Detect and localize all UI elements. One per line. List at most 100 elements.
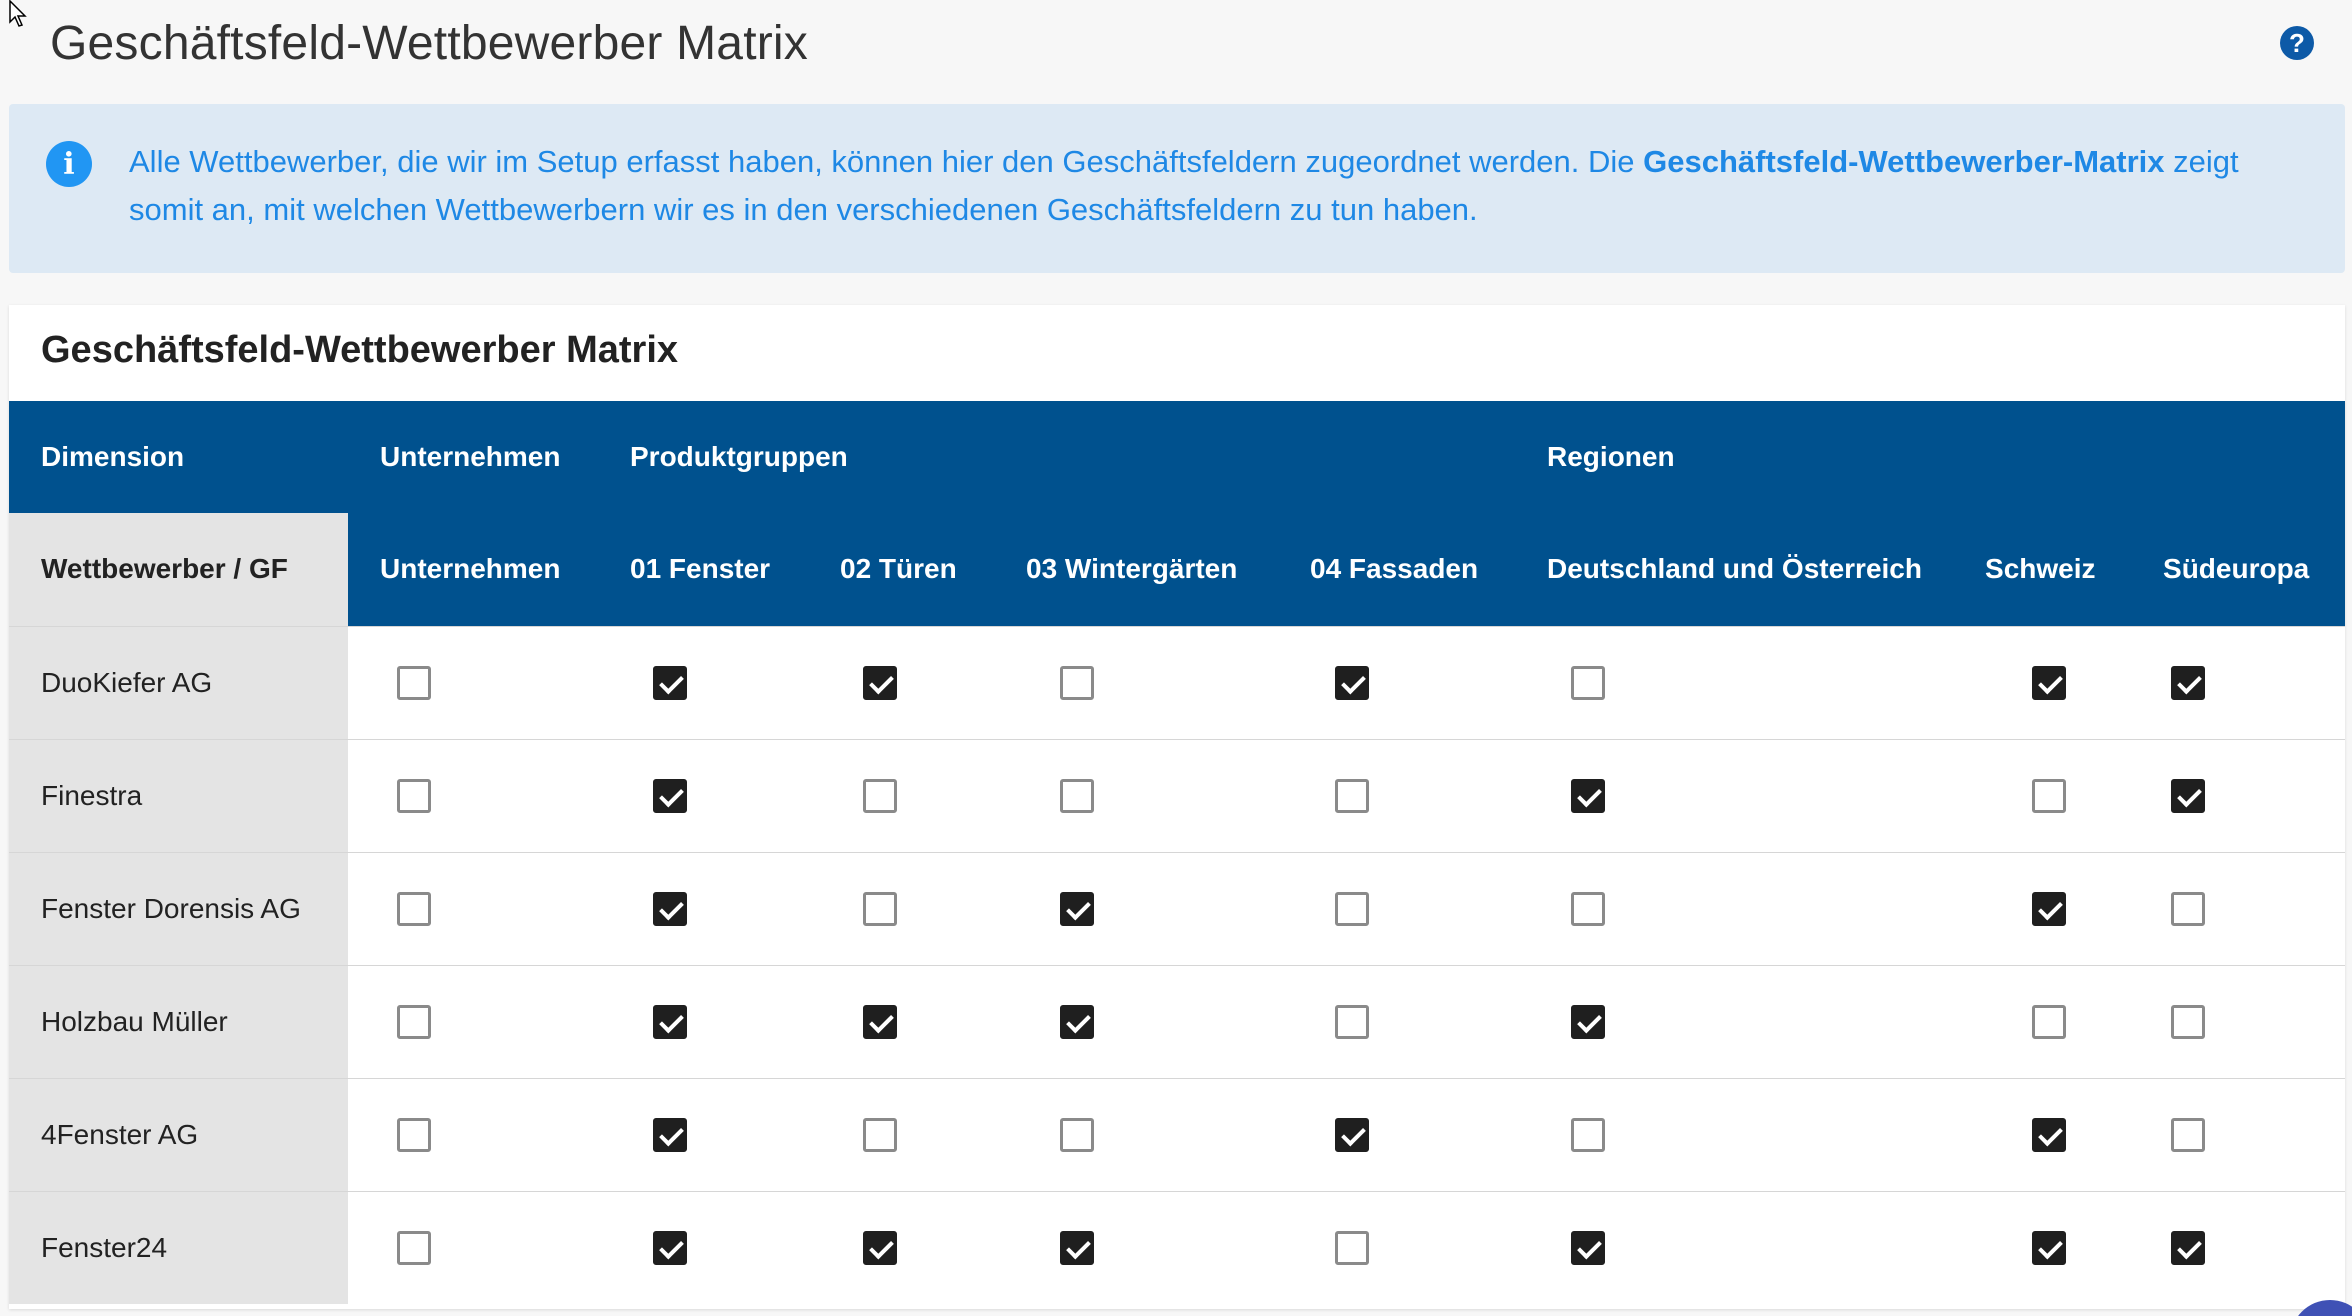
checkbox-unchecked[interactable] xyxy=(2171,1117,2206,1152)
matrix-cell xyxy=(348,738,598,852)
matrix-cell xyxy=(1515,625,1954,739)
checkbox-unchecked[interactable] xyxy=(2171,1004,2206,1039)
matrix-cell xyxy=(348,964,598,1078)
matrix-cell xyxy=(348,1190,598,1304)
table-row: DuoKiefer AG xyxy=(9,625,2346,739)
checkbox-checked[interactable] xyxy=(2032,891,2067,926)
checkbox-unchecked[interactable] xyxy=(1335,891,1369,926)
checkbox-checked[interactable] xyxy=(2171,665,2206,700)
checkbox-unchecked[interactable] xyxy=(1060,665,1094,700)
checkbox-checked[interactable] xyxy=(1335,665,1369,700)
dimension-header-row: Dimension Unternehmen Produktgruppen Reg… xyxy=(9,401,2346,513)
checkbox-checked[interactable] xyxy=(863,1004,897,1039)
checkbox-checked[interactable] xyxy=(2171,778,2206,813)
matrix-cell xyxy=(808,625,994,739)
competitor-name: Fenster24 xyxy=(9,1190,348,1304)
table-row: Fenster Dorensis AG xyxy=(9,851,2346,965)
matrix-cell xyxy=(994,1190,1278,1304)
checkbox-checked[interactable] xyxy=(1060,891,1094,926)
checkbox-unchecked[interactable] xyxy=(2032,778,2067,813)
checkbox-checked[interactable] xyxy=(2032,1230,2067,1265)
matrix-cell xyxy=(2131,964,2346,1078)
matrix-cell xyxy=(1278,964,1516,1078)
checkbox-checked[interactable] xyxy=(653,665,687,700)
checkbox-unchecked[interactable] xyxy=(397,891,431,926)
checkbox-checked[interactable] xyxy=(1571,1230,1606,1265)
checkbox-checked[interactable] xyxy=(653,891,687,926)
checkbox-checked[interactable] xyxy=(2032,665,2067,700)
checkbox-unchecked[interactable] xyxy=(1060,778,1094,813)
matrix-cell xyxy=(348,625,598,739)
matrix-cell xyxy=(598,625,808,739)
matrix-cell xyxy=(1278,625,1516,739)
matrix-cell xyxy=(994,738,1278,852)
matrix-cell xyxy=(598,964,808,1078)
checkbox-unchecked[interactable] xyxy=(1571,665,1606,700)
checkbox-checked[interactable] xyxy=(1571,778,1606,813)
matrix-body: DuoKiefer AG Finestra Fenster Dorensis AG H… xyxy=(9,625,2346,1304)
matrix-cell xyxy=(2131,738,2346,852)
checkbox-unchecked[interactable] xyxy=(1571,1117,1606,1152)
matrix-cell xyxy=(348,1077,598,1191)
column-header: Unternehmen xyxy=(348,513,598,626)
checkbox-unchecked[interactable] xyxy=(397,778,431,813)
checkbox-checked[interactable] xyxy=(653,1004,687,1039)
checkbox-unchecked[interactable] xyxy=(1335,1004,1369,1039)
mouse-cursor-icon xyxy=(9,0,27,27)
checkbox-unchecked[interactable] xyxy=(1571,891,1606,926)
matrix-cell xyxy=(1515,964,1954,1078)
checkbox-checked[interactable] xyxy=(1335,1117,1369,1152)
checkbox-checked[interactable] xyxy=(863,1230,897,1265)
matrix-cell xyxy=(994,625,1278,739)
checkbox-checked[interactable] xyxy=(2171,1230,2206,1265)
dimension-group-produktgruppen: Produktgruppen xyxy=(598,401,1516,513)
checkbox-checked[interactable] xyxy=(1571,1004,1606,1039)
checkbox-unchecked[interactable] xyxy=(397,1004,431,1039)
dimension-label: Dimension xyxy=(9,401,348,513)
checkbox-unchecked[interactable] xyxy=(863,891,897,926)
matrix-card: Geschäftsfeld-Wettbewerber Matrix Dimens… xyxy=(9,305,2346,1309)
checkbox-checked[interactable] xyxy=(653,1230,687,1265)
matrix-cell xyxy=(808,851,994,965)
checkbox-unchecked[interactable] xyxy=(1060,1117,1094,1152)
column-header: Deutschland und Österreich xyxy=(1515,513,1954,626)
matrix-cell xyxy=(1278,851,1516,965)
matrix-cell xyxy=(2131,851,2346,965)
checkbox-checked[interactable] xyxy=(1060,1004,1094,1039)
dimension-group-unternehmen: Unternehmen xyxy=(348,401,598,513)
matrix-cell xyxy=(598,1190,808,1304)
checkbox-checked[interactable] xyxy=(863,665,897,700)
competitor-name: Finestra xyxy=(9,738,348,852)
matrix-cell xyxy=(2131,625,2346,739)
checkbox-unchecked[interactable] xyxy=(397,1230,431,1265)
dimension-group-regionen: Regionen xyxy=(1515,401,2346,513)
matrix-cell xyxy=(598,1077,808,1191)
checkbox-unchecked[interactable] xyxy=(397,1117,431,1152)
checkbox-unchecked[interactable] xyxy=(1335,1230,1369,1265)
page: Geschäftsfeld-Wettbewerber Matrix ? i Al… xyxy=(0,0,2352,1316)
checkbox-checked[interactable] xyxy=(653,778,687,813)
checkbox-checked[interactable] xyxy=(2032,1117,2067,1152)
checkbox-unchecked[interactable] xyxy=(2032,1004,2067,1039)
checkbox-checked[interactable] xyxy=(653,1117,687,1152)
checkbox-checked[interactable] xyxy=(1060,1230,1094,1265)
info-text-part: Alle Wettbewerber, die wir im Setup erfa… xyxy=(129,144,1644,179)
matrix-cell xyxy=(1953,625,2132,739)
checkbox-unchecked[interactable] xyxy=(863,1117,897,1152)
page-title: Geschäftsfeld-Wettbewerber Matrix xyxy=(50,17,808,70)
column-header: 04 Fassaden xyxy=(1278,513,1516,626)
matrix-table: Dimension Unternehmen Produktgruppen Reg… xyxy=(9,401,2346,1304)
column-header-row: Wettbewerber / GF Unternehmen 01 Fenster 0… xyxy=(9,513,2346,626)
checkbox-unchecked[interactable] xyxy=(863,778,897,813)
column-header: Südeuropa xyxy=(2131,513,2346,626)
checkbox-unchecked[interactable] xyxy=(1335,778,1369,813)
matrix-cell xyxy=(808,1190,994,1304)
table-row: Holzbau Müller xyxy=(9,964,2346,1078)
matrix-cell xyxy=(598,851,808,965)
checkbox-unchecked[interactable] xyxy=(2171,891,2206,926)
matrix-cell xyxy=(1953,738,2132,852)
competitor-name: Fenster Dorensis AG xyxy=(9,851,348,965)
help-icon[interactable]: ? xyxy=(2280,26,2314,60)
matrix-cell xyxy=(994,1077,1278,1191)
checkbox-unchecked[interactable] xyxy=(397,665,431,700)
